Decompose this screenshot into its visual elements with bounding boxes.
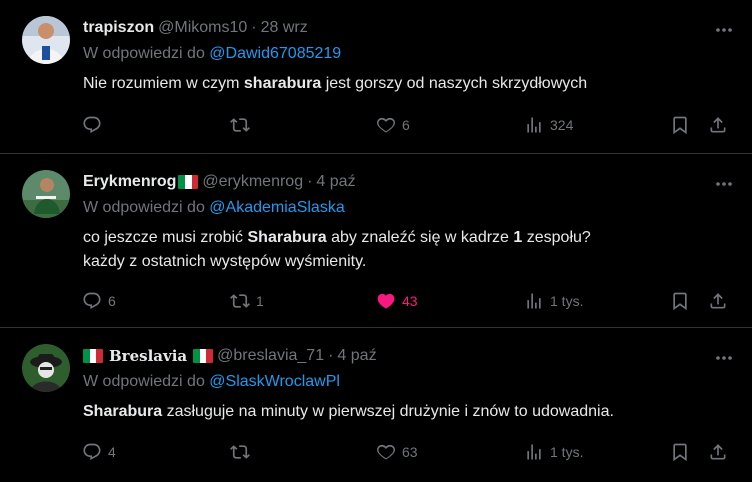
repost-count: 1	[256, 293, 264, 309]
text-bold: Sharabura	[83, 403, 163, 420]
text-part: Nie rozumiem w czym	[83, 75, 244, 92]
repost-button[interactable]: 1	[230, 289, 264, 313]
text-part: aby znaleźć się w kadrze	[326, 229, 514, 246]
tweet-text: Nie rozumiem w czym sharabura jest gorsz…	[83, 72, 736, 96]
like-button[interactable]: 6	[376, 113, 410, 137]
reply-button[interactable]: 6	[82, 289, 116, 313]
share-button[interactable]	[708, 440, 728, 464]
italy-flag-icon	[178, 175, 199, 189]
bookmark-button[interactable]	[670, 113, 690, 137]
views-button[interactable]: 324	[524, 113, 573, 137]
repost-icon	[230, 294, 250, 308]
avatar[interactable]	[22, 16, 70, 64]
bookmark-button[interactable]	[670, 440, 690, 464]
bookmark-button[interactable]	[670, 289, 690, 313]
action-bar: 6 324	[80, 113, 732, 137]
display-name[interactable]: Erykmenrog	[83, 172, 176, 192]
views-icon	[527, 117, 541, 133]
text-bold: 1	[513, 229, 523, 246]
avatar[interactable]	[22, 344, 70, 392]
like-count: 43	[402, 293, 418, 309]
share-icon	[710, 444, 726, 460]
bookmark-icon	[673, 292, 687, 311]
display-name[interactable]: trapiszon	[83, 18, 154, 38]
reply-button[interactable]: 4	[82, 440, 116, 464]
bookmark-icon	[673, 443, 687, 462]
reply-prefix: W odpowiedzi do	[83, 373, 205, 390]
italy-flag-icon	[193, 349, 214, 363]
tweet-text: Sharabura zasługuje na minuty w pierwsze…	[83, 400, 736, 424]
timestamp[interactable]: 4 paź	[337, 346, 376, 366]
reply-icon	[83, 116, 101, 134]
like-count: 63	[402, 444, 418, 460]
share-icon	[710, 293, 726, 309]
share-icon	[710, 117, 726, 133]
tweet[interactable]: trapiszon @Mikoms10 · 28 wrz W odpowiedz…	[0, 0, 752, 154]
display-name[interactable]: Breslavia	[109, 346, 187, 366]
reply-context: W odpowiedzi do @Dawid67085219	[83, 44, 736, 64]
tweet[interactable]: Erykmenrog @erykmenrog · 4 paź W odpowie…	[0, 154, 752, 328]
italy-flag-icon	[83, 349, 103, 363]
text-bold: Sharabura	[247, 229, 327, 246]
user-handle[interactable]: @erykmenrog	[202, 172, 303, 192]
separator: ·	[307, 173, 313, 190]
avatar[interactable]	[22, 170, 70, 218]
like-filled-icon	[377, 293, 395, 309]
separator: ·	[328, 347, 334, 364]
reply-count: 6	[108, 293, 116, 309]
action-bar: 4 63 1 tys.	[80, 440, 732, 464]
repost-icon	[230, 118, 250, 132]
text-bold: sharabura	[243, 75, 322, 92]
more-icon[interactable]	[714, 20, 734, 40]
views-icon	[527, 293, 541, 309]
reply-context: W odpowiedzi do @SlaskWroclawPl	[83, 372, 736, 392]
reply-button[interactable]	[82, 113, 108, 137]
tweet[interactable]: Breslavia @breslavia_71 · 4 paź W odpowi…	[0, 328, 752, 482]
reply-icon	[83, 443, 101, 461]
more-icon[interactable]	[714, 348, 734, 368]
share-button[interactable]	[708, 113, 728, 137]
reply-to-link[interactable]: @Dawid67085219	[209, 45, 341, 62]
user-handle[interactable]: @Mikoms10	[158, 18, 247, 38]
views-button[interactable]: 1 tys.	[524, 289, 583, 313]
reply-to-link[interactable]: @SlaskWroclawPl	[209, 373, 340, 390]
reply-count: 4	[108, 444, 116, 460]
like-icon	[377, 444, 395, 460]
text-part: zespołu?	[522, 229, 591, 246]
views-count: 1 tys.	[550, 444, 584, 460]
separator: ·	[251, 19, 257, 36]
timestamp[interactable]: 4 paź	[316, 172, 355, 192]
like-count: 6	[402, 117, 410, 133]
tweet-feed: trapiszon @Mikoms10 · 28 wrz W odpowiedz…	[0, 0, 752, 482]
text-part: każdy z ostatnich występów wyśmienity.	[83, 253, 367, 270]
like-button[interactable]: 63	[376, 440, 418, 464]
repost-button[interactable]	[230, 440, 256, 464]
reply-icon	[83, 292, 101, 310]
tweet-text: co jeszcze musi zrobić Sharabura aby zna…	[83, 226, 736, 274]
views-button[interactable]: 1 tys.	[524, 440, 583, 464]
like-icon	[377, 117, 395, 133]
user-handle[interactable]: @breslavia_71	[217, 346, 324, 366]
timestamp[interactable]: 28 wrz	[261, 18, 308, 38]
reply-prefix: W odpowiedzi do	[83, 199, 205, 216]
views-count: 1 tys.	[550, 293, 584, 309]
reply-to-link[interactable]: @AkademiaSlaska	[209, 199, 344, 216]
more-icon[interactable]	[714, 174, 734, 194]
repost-icon	[230, 445, 250, 459]
views-count: 324	[550, 117, 574, 133]
text-part: jest gorszy od naszych skrzydłowych	[321, 75, 588, 92]
bookmark-icon	[673, 116, 687, 135]
views-icon	[527, 444, 541, 460]
reply-prefix: W odpowiedzi do	[83, 45, 205, 62]
like-button[interactable]: 43	[376, 289, 418, 313]
text-part: co jeszcze musi zrobić	[83, 229, 248, 246]
action-bar: 6 1 43 1 tys.	[80, 289, 732, 313]
repost-button[interactable]	[230, 113, 256, 137]
reply-context: W odpowiedzi do @AkademiaSlaska	[83, 198, 736, 218]
text-part: zasługuje na minuty w pierwszej drużynie…	[162, 403, 614, 420]
share-button[interactable]	[708, 289, 728, 313]
